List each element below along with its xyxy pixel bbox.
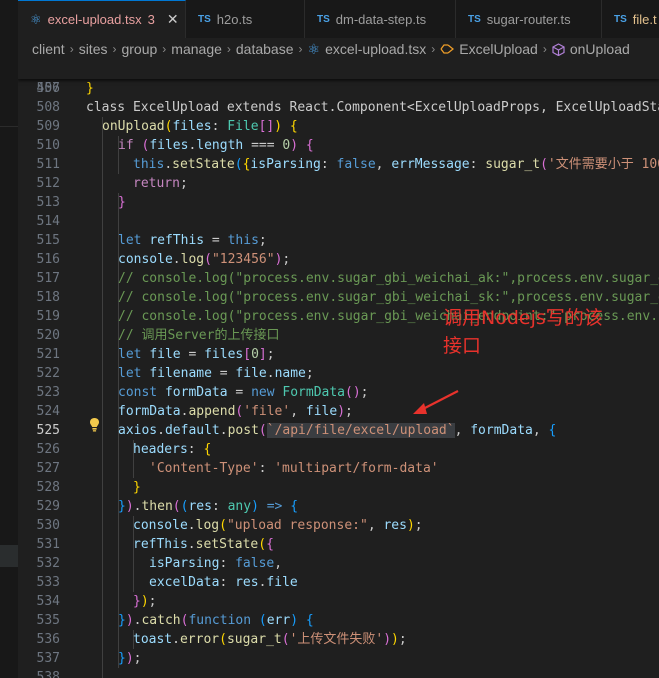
annotation-arrow <box>413 390 459 414</box>
